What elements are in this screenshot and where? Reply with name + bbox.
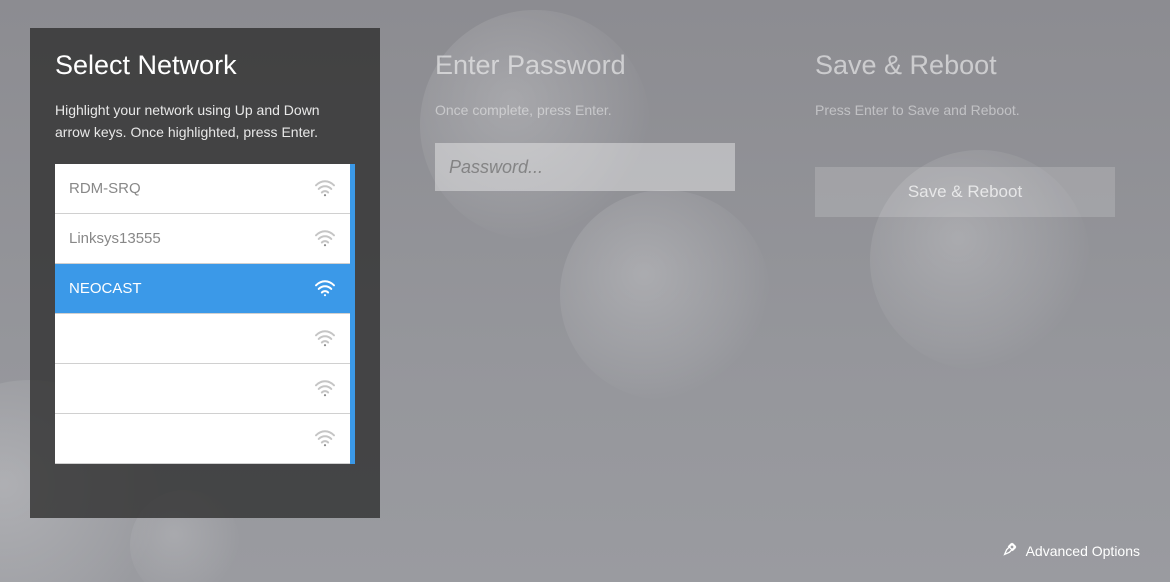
- wifi-icon: [314, 329, 336, 347]
- password-input[interactable]: [435, 143, 735, 191]
- panel-save-reboot: Save & Reboot Press Enter to Save and Re…: [790, 28, 1140, 518]
- advanced-options-link[interactable]: Advanced Options: [1002, 541, 1140, 560]
- advanced-options-label: Advanced Options: [1026, 543, 1140, 559]
- save-reboot-button[interactable]: Save & Reboot: [815, 167, 1115, 217]
- network-list[interactable]: RDM-SRQ Linksys13555 NEOCAST: [55, 164, 355, 464]
- tools-icon: [1002, 541, 1018, 560]
- panel-subtitle: Highlight your network using Up and Down…: [55, 99, 355, 144]
- network-item[interactable]: [55, 414, 350, 464]
- panel-title: Save & Reboot: [815, 50, 1115, 81]
- panel-title: Select Network: [55, 50, 355, 81]
- network-item[interactable]: RDM-SRQ: [55, 164, 350, 214]
- network-item[interactable]: NEOCAST: [55, 264, 350, 314]
- wifi-icon: [314, 279, 336, 297]
- network-item[interactable]: Linksys13555: [55, 214, 350, 264]
- network-ssid: Linksys13555: [69, 230, 161, 247]
- panel-subtitle: Press Enter to Save and Reboot.: [815, 99, 1115, 121]
- panel-select-network: Select Network Highlight your network us…: [30, 28, 380, 518]
- network-item[interactable]: [55, 364, 350, 414]
- network-ssid: NEOCAST: [69, 280, 142, 297]
- panel-enter-password: Enter Password Once complete, press Ente…: [410, 28, 760, 518]
- wifi-icon: [314, 229, 336, 247]
- panel-title: Enter Password: [435, 50, 735, 81]
- network-item[interactable]: [55, 314, 350, 364]
- wifi-icon: [314, 379, 336, 397]
- network-ssid: RDM-SRQ: [69, 180, 141, 197]
- wifi-icon: [314, 429, 336, 447]
- wifi-icon: [314, 179, 336, 197]
- save-reboot-label: Save & Reboot: [908, 182, 1022, 202]
- panel-subtitle: Once complete, press Enter.: [435, 99, 735, 121]
